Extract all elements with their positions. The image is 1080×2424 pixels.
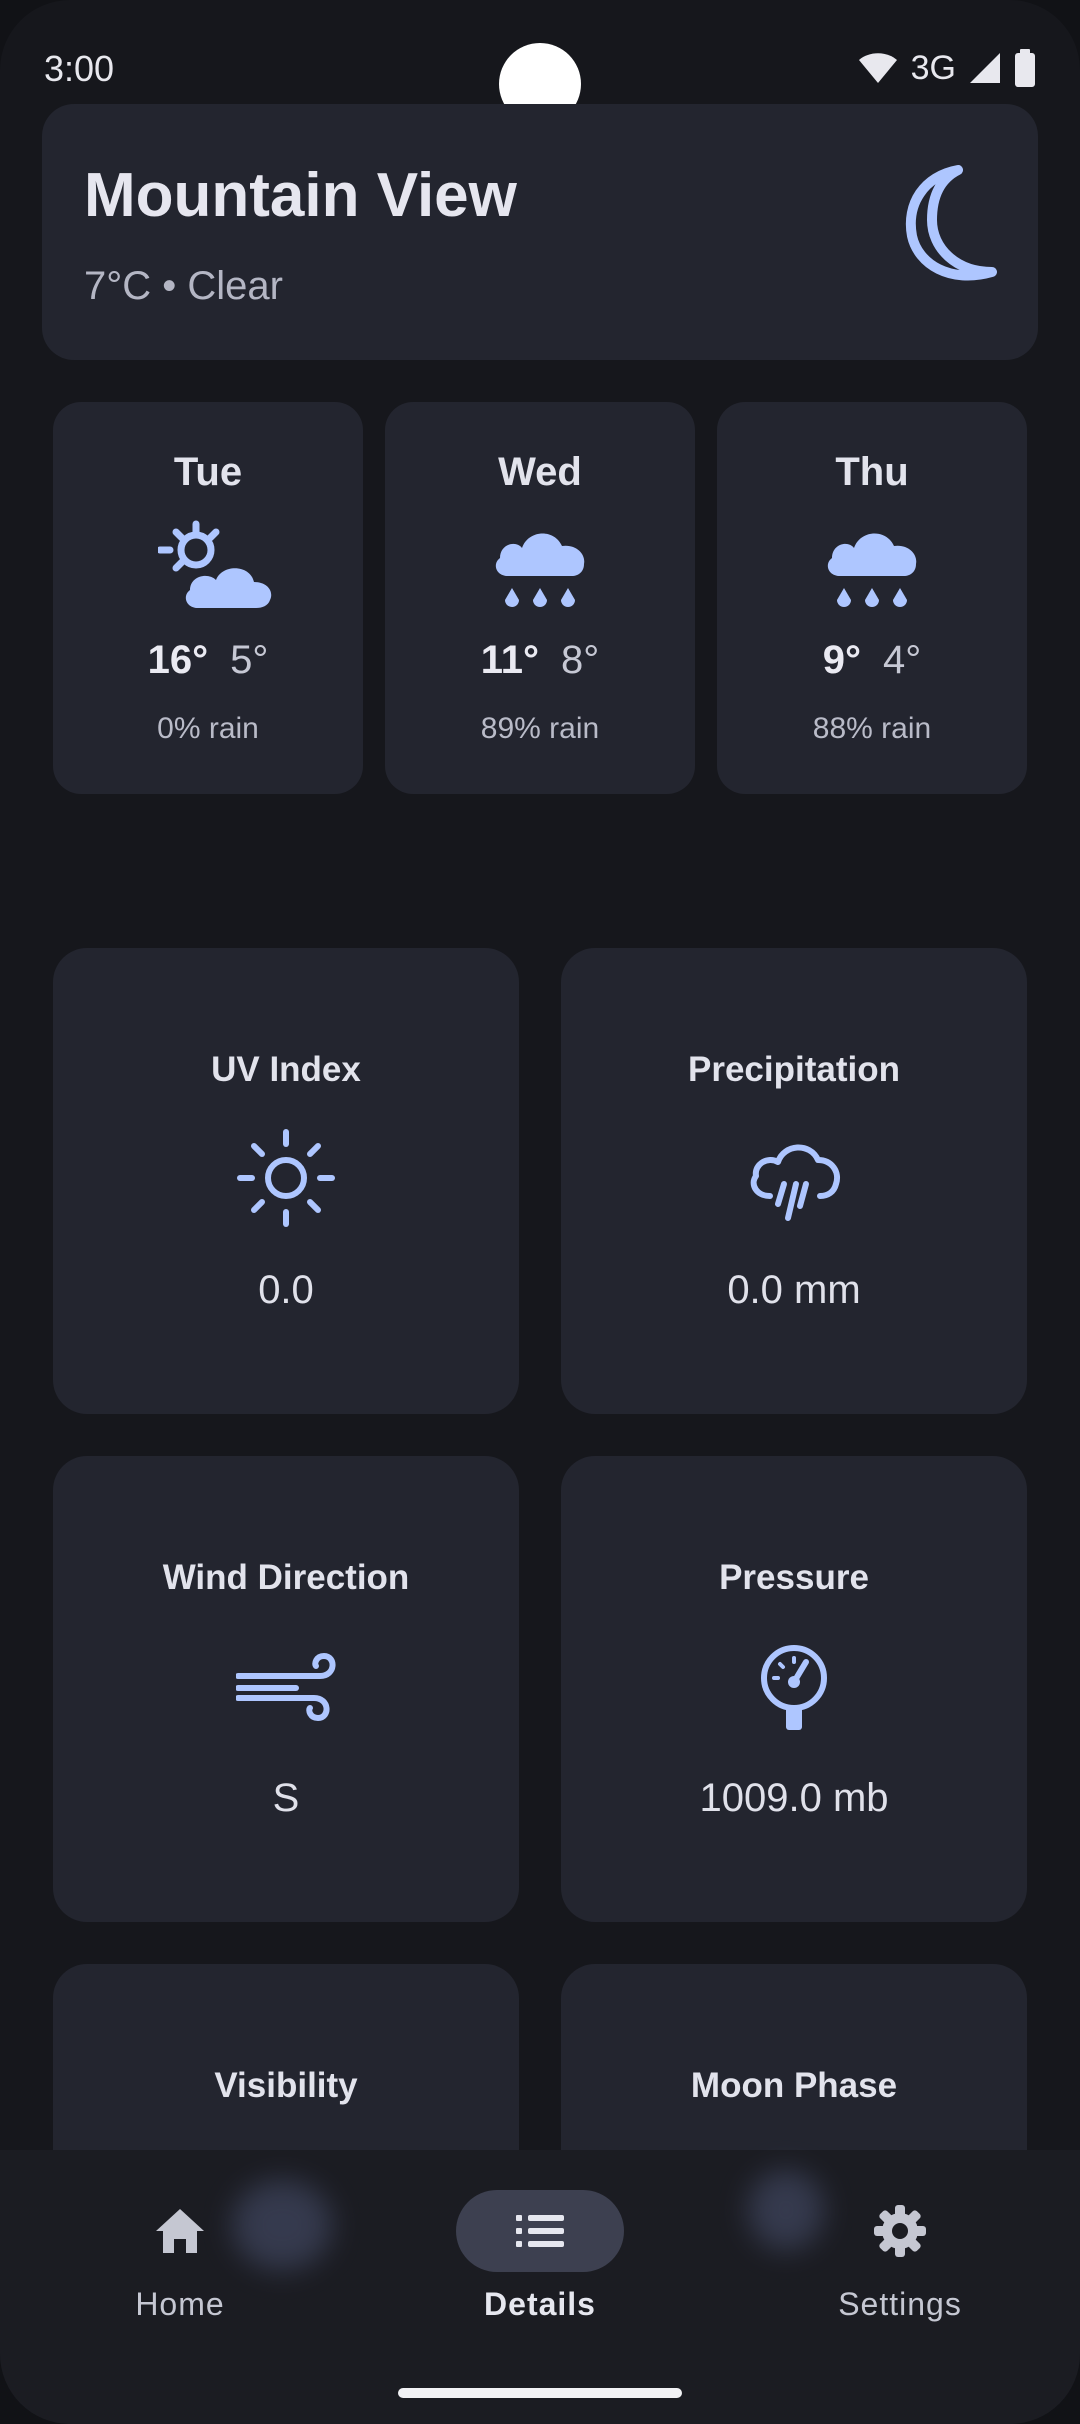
detail-value: 0.0 [258, 1268, 314, 1312]
current-summary: 7°C • Clear [84, 264, 283, 308]
detail-value: S [272, 1776, 300, 1820]
gauge-icon [761, 1645, 827, 1730]
city-name: Mountain View [84, 161, 517, 230]
signal-icon [970, 53, 1000, 83]
wind-direction-card[interactable]: Wind Direction S [53, 1456, 519, 1922]
forecast-low: 8° [561, 638, 600, 682]
home-icon [156, 2209, 204, 2253]
forecast-high: 11° [480, 638, 540, 682]
precipitation-card[interactable]: Precipitation 0.0 mm [561, 948, 1027, 1414]
detail-title: UV Index [211, 1050, 361, 1089]
forecast-card-thu[interactable]: Thu 9° 4° 88% rain [717, 402, 1027, 794]
detail-value: 0.0 mm [727, 1268, 861, 1312]
status-icons: 3G [857, 46, 1036, 90]
bottom-navigation: Home Details Settings [0, 2150, 1080, 2424]
nav-home[interactable]: Home [80, 2190, 280, 2323]
current-weather-card[interactable]: Mountain View 7°C • Clear [42, 104, 1038, 360]
gear-icon [874, 2205, 926, 2257]
sun-icon [237, 1129, 335, 1227]
nav-settings[interactable]: Settings [800, 2190, 1000, 2323]
forecast-high: 9° [822, 638, 861, 682]
detail-title: Pressure [719, 1558, 869, 1597]
forecast-rain: 89% rain [480, 712, 600, 745]
forecast-low: 4° [883, 638, 922, 682]
forecast-rain: 88% rain [812, 712, 932, 745]
detail-title: Wind Direction [162, 1558, 410, 1597]
app-screen: 3:00 3G Mountain View 7°C • Clear Tue 16… [0, 0, 1080, 2424]
forecast-rain: 0% rain [157, 712, 259, 745]
detail-title: Precipitation [688, 1050, 900, 1089]
list-icon [516, 2215, 564, 2247]
forecast-low: 5° [230, 638, 269, 682]
forecast-temps: 9° 4° [717, 638, 1027, 683]
sun-cloud-icon [158, 520, 272, 608]
detail-title: Visibility [214, 2066, 358, 2105]
forecast-day: Thu [835, 450, 909, 494]
status-time: 3:00 [44, 48, 115, 89]
forecast-temps: 11° 8° [385, 638, 695, 683]
forecast-temps: 16° 5° [53, 638, 363, 683]
nav-settings-pill[interactable] [816, 2190, 984, 2272]
detail-title: Moon Phase [690, 2066, 898, 2105]
pressure-card[interactable]: Pressure 1009.0 mb [561, 1456, 1027, 1922]
moon-icon [905, 165, 997, 281]
wind-icon [236, 1652, 336, 1722]
battery-icon [1015, 49, 1035, 87]
network-type: 3G [910, 48, 956, 87]
detail-value: 1009.0 mb [699, 1776, 889, 1820]
forecast-card-tue[interactable]: Tue 16° 5° 0% rain [53, 402, 363, 794]
forecast-day: Wed [498, 450, 582, 494]
forecast-card-wed[interactable]: Wed 11° 8° 89% rain [385, 402, 695, 794]
nav-label: Settings [838, 2286, 962, 2322]
wifi-icon [858, 53, 897, 83]
forecast-high: 16° [147, 638, 209, 682]
rain-shower-icon [750, 1144, 840, 1221]
nav-details-pill[interactable] [456, 2190, 624, 2272]
nav-label: Home [135, 2286, 225, 2322]
nav-label: Details [484, 2286, 596, 2322]
uv-index-card[interactable]: UV Index 0.0 [53, 948, 519, 1414]
forecast-day: Tue [173, 450, 243, 494]
home-indicator[interactable] [398, 2388, 682, 2398]
nav-home-pill[interactable] [96, 2190, 264, 2272]
rain-cloud-icon [827, 533, 917, 607]
nav-details[interactable]: Details [440, 2190, 640, 2323]
rain-cloud-icon [495, 533, 585, 607]
